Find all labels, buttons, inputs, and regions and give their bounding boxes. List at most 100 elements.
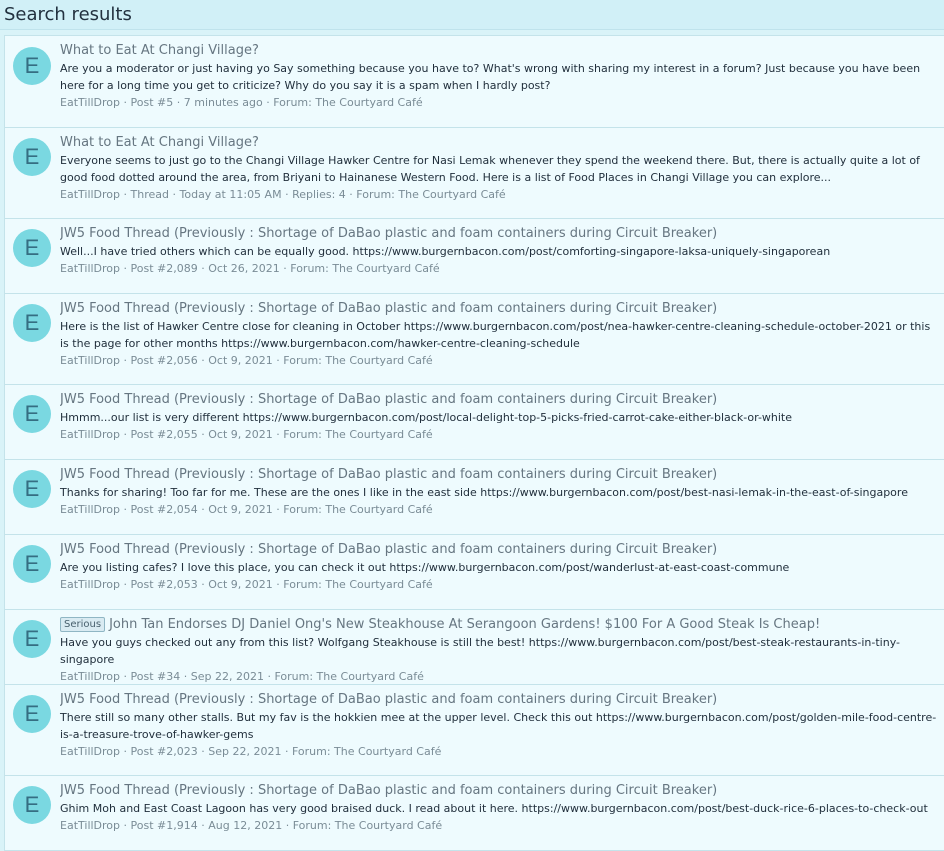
post-number: Post #2,023 [130, 745, 198, 758]
result-snippet: Thanks for sharing! Too far for me. Thes… [60, 486, 908, 499]
author-link[interactable]: EatTillDrop [60, 188, 120, 201]
forum-link[interactable]: Forum: The Courtyard Café [292, 745, 441, 758]
avatar[interactable]: E [13, 138, 51, 176]
author-link[interactable]: EatTillDrop [60, 578, 120, 591]
result-title-row: JW5 Food Thread (Previously : Shortage o… [60, 225, 938, 243]
post-time: Sep 22, 2021 [208, 745, 282, 758]
result-snippet: Are you listing cafes? I love this place… [60, 561, 790, 574]
page-title: Search results [4, 4, 132, 25]
result-title-row: JW5 Food Thread (Previously : Shortage o… [60, 691, 938, 709]
post-number: Post #2,055 [130, 428, 198, 441]
result-meta: EatTillDrop · Post #2,053 · Oct 9, 2021 … [60, 578, 433, 591]
avatar[interactable]: E [13, 786, 51, 824]
avatar[interactable]: E [13, 695, 51, 733]
result-meta: EatTillDrop · Thread · Today at 11:05 AM… [60, 188, 506, 201]
post-time: Oct 9, 2021 [208, 503, 273, 516]
result-title-row: JW5 Food Thread (Previously : Shortage o… [60, 391, 938, 409]
post-type: Thread [130, 188, 169, 201]
result-snippet: Everyone seems to just go to the Changi … [60, 154, 920, 184]
result-title-link[interactable]: JW5 Food Thread (Previously : Shortage o… [60, 692, 717, 707]
post-time: Oct 9, 2021 [208, 578, 273, 591]
author-link[interactable]: EatTillDrop [60, 819, 120, 832]
author-link[interactable]: EatTillDrop [60, 354, 120, 367]
search-result: E JW5 Food Thread (Previously : Shortage… [5, 459, 944, 534]
result-meta: EatTillDrop · Post #2,023 · Sep 22, 2021… [60, 745, 442, 758]
result-snippet: Have you guys checked out any from this … [60, 636, 900, 666]
result-title-link[interactable]: JW5 Food Thread (Previously : Shortage o… [60, 783, 717, 798]
avatar[interactable]: E [13, 620, 51, 658]
post-time: Oct 9, 2021 [208, 354, 273, 367]
result-meta: EatTillDrop · Post #2,055 · Oct 9, 2021 … [60, 428, 433, 441]
result-meta: EatTillDrop · Post #2,056 · Oct 9, 2021 … [60, 354, 433, 367]
result-title-link[interactable]: JW5 Food Thread (Previously : Shortage o… [60, 226, 717, 241]
post-time: Sep 22, 2021 [190, 670, 264, 683]
post-number: Post #1,914 [130, 819, 198, 832]
result-title-row: JW5 Food Thread (Previously : Shortage o… [60, 466, 938, 484]
search-result: E JW5 Food Thread (Previously : Shortage… [5, 384, 944, 459]
forum-link[interactable]: Forum: The Courtyard Café [293, 819, 442, 832]
post-time: Today at 11:05 AM [179, 188, 282, 201]
result-snippet: There still so many other stalls. But my… [60, 711, 937, 741]
avatar[interactable]: E [13, 304, 51, 342]
result-title-link[interactable]: JW5 Food Thread (Previously : Shortage o… [60, 542, 717, 557]
forum-link[interactable]: Forum: The Courtyard Café [290, 262, 439, 275]
avatar[interactable]: E [13, 470, 51, 508]
author-link[interactable]: EatTillDrop [60, 503, 120, 516]
post-time: Aug 12, 2021 [208, 819, 283, 832]
post-time: Oct 9, 2021 [208, 428, 273, 441]
result-title-row: JW5 Food Thread (Previously : Shortage o… [60, 541, 938, 559]
result-snippet: Well...I have tried others which can be … [60, 245, 831, 258]
post-number: Post #2,054 [130, 503, 198, 516]
result-meta: EatTillDrop · Post #5 · 7 minutes ago · … [60, 96, 423, 109]
result-title-link[interactable]: JW5 Food Thread (Previously : Shortage o… [60, 467, 717, 482]
search-result: E JW5 Food Thread (Previously : Shortage… [5, 534, 944, 609]
result-title-row: What to Eat At Changi Village? [60, 42, 938, 60]
search-result: E What to Eat At Changi Village? Are you… [5, 36, 944, 127]
result-title-link[interactable]: JW5 Food Thread (Previously : Shortage o… [60, 301, 717, 316]
avatar[interactable]: E [13, 395, 51, 433]
result-snippet: Ghim Moh and East Coast Lagoon has very … [60, 802, 928, 815]
post-number: Post #2,056 [130, 354, 198, 367]
thread-prefix-badge[interactable]: Serious [60, 617, 106, 632]
forum-link[interactable]: Forum: The Courtyard Café [273, 96, 422, 109]
avatar[interactable]: E [13, 545, 51, 583]
result-meta: EatTillDrop · Post #2,054 · Oct 9, 2021 … [60, 503, 433, 516]
search-result: E Serious John Tan Endorses DJ Daniel Ong… [5, 609, 944, 684]
result-snippet: Hmmm...our list is very different https:… [60, 411, 793, 424]
result-title-link[interactable]: What to Eat At Changi Village? [60, 135, 259, 150]
reply-count: Replies: 4 [292, 188, 346, 201]
avatar[interactable]: E [13, 229, 51, 267]
forum-link[interactable]: Forum: The Courtyard Café [283, 428, 432, 441]
forum-link[interactable]: Forum: The Courtyard Café [283, 503, 432, 516]
forum-link[interactable]: Forum: The Courtyard Café [356, 188, 505, 201]
author-link[interactable]: EatTillDrop [60, 670, 120, 683]
result-title-row: What to Eat At Changi Village? [60, 134, 938, 152]
post-time: 7 minutes ago [183, 96, 263, 109]
result-meta: EatTillDrop · Post #1,914 · Aug 12, 2021… [60, 819, 443, 832]
search-result: E JW5 Food Thread (Previously : Shortage… [5, 218, 944, 293]
author-link[interactable]: EatTillDrop [60, 428, 120, 441]
result-meta: EatTillDrop · Post #34 · Sep 22, 2021 · … [60, 670, 424, 683]
result-title-row: Serious John Tan Endorses DJ Daniel Ong's… [60, 616, 938, 634]
post-number: Post #34 [130, 670, 181, 683]
forum-link[interactable]: Forum: The Courtyard Café [274, 670, 423, 683]
author-link[interactable]: EatTillDrop [60, 96, 120, 109]
page-header: Search results [0, 0, 944, 30]
author-link[interactable]: EatTillDrop [60, 262, 120, 275]
avatar[interactable]: E [13, 47, 51, 85]
post-number: Post #2,089 [130, 262, 198, 275]
search-result: E JW5 Food Thread (Previously : Shortage… [5, 775, 944, 850]
result-meta: EatTillDrop · Post #2,089 · Oct 26, 2021… [60, 262, 440, 275]
result-title-link[interactable]: What to Eat At Changi Village? [60, 43, 259, 58]
result-snippet: Here is the list of Hawker Centre close … [60, 320, 931, 350]
forum-link[interactable]: Forum: The Courtyard Café [283, 354, 432, 367]
search-result: E JW5 Food Thread (Previously : Shortage… [5, 293, 944, 384]
result-title-row: JW5 Food Thread (Previously : Shortage o… [60, 300, 938, 318]
result-snippet: Are you a moderator or just having yo Sa… [60, 62, 921, 92]
author-link[interactable]: EatTillDrop [60, 745, 120, 758]
result-title-link[interactable]: JW5 Food Thread (Previously : Shortage o… [60, 392, 717, 407]
result-title-row: JW5 Food Thread (Previously : Shortage o… [60, 782, 938, 800]
post-number: Post #2,053 [130, 578, 198, 591]
result-title-link[interactable]: John Tan Endorses DJ Daniel Ong's New St… [109, 617, 820, 632]
forum-link[interactable]: Forum: The Courtyard Café [283, 578, 432, 591]
